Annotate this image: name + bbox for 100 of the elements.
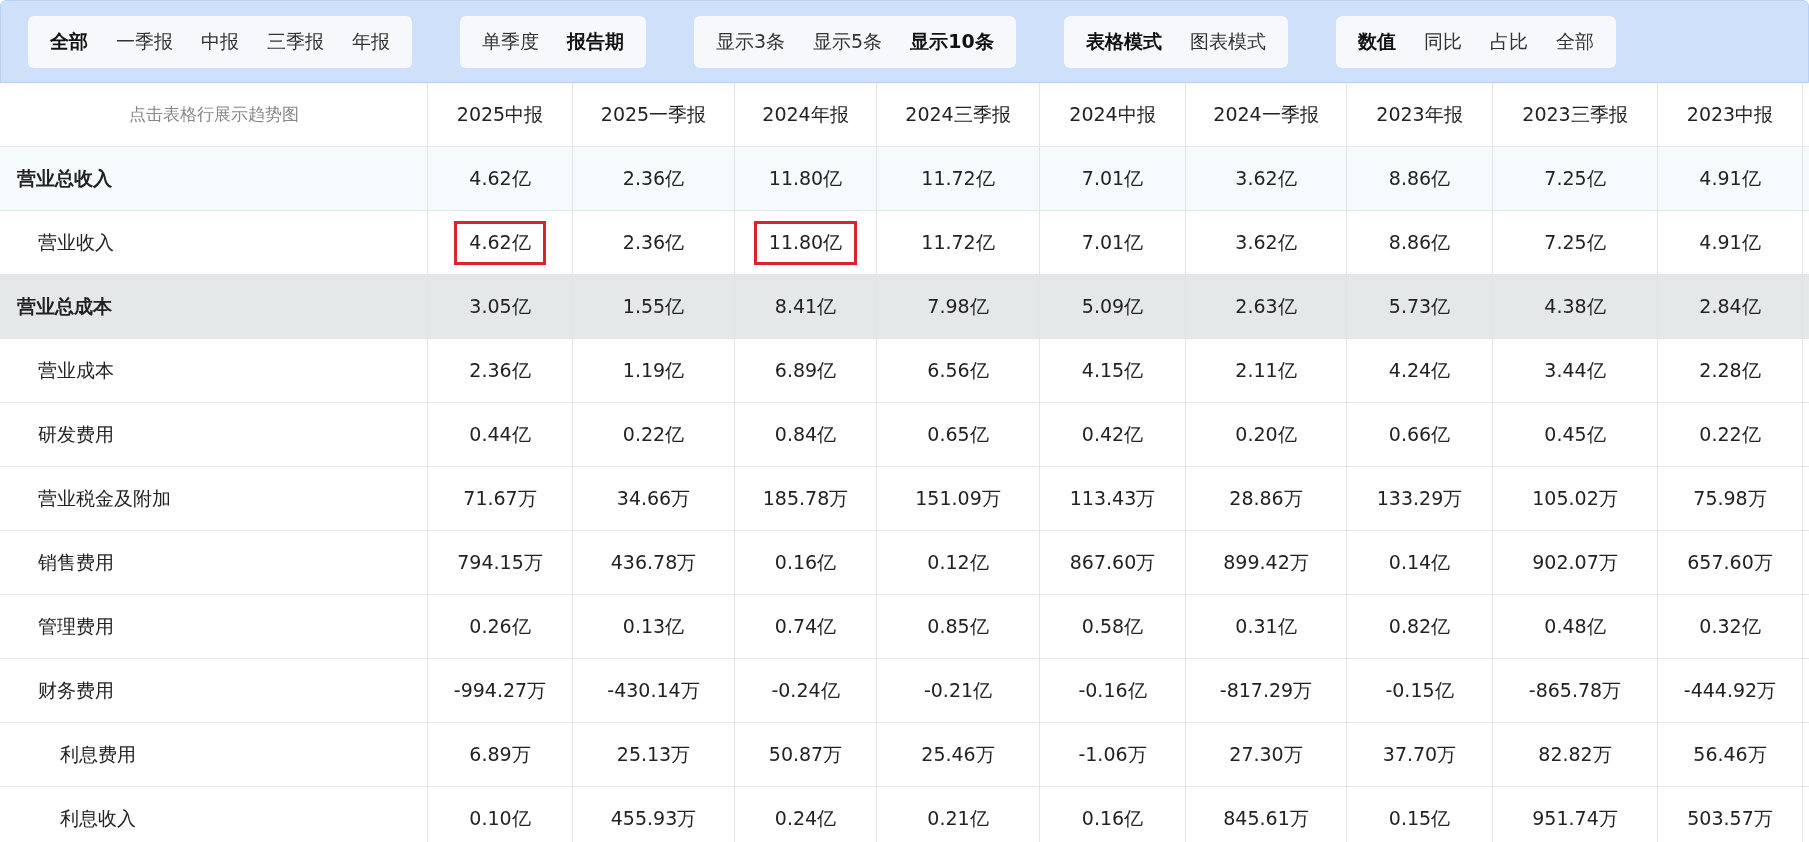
table-row[interactable]: 营业税金及附加 71.67万 34.66万 185.78万 151.09万 113.43万 28.86万 133.29万 105.02万 75.98万 — [0, 467, 1809, 531]
cell-value: 0.84亿 — [773, 421, 838, 447]
cell-value: 902.07万 — [1531, 549, 1619, 575]
cell-value: 82.82万 — [1537, 741, 1613, 767]
filter-option[interactable]: 中报 — [189, 22, 251, 61]
column-header: 2025一季报 — [573, 83, 735, 146]
row-label: 利息收入 — [0, 787, 428, 842]
table-row[interactable]: 营业总成本 3.05亿 1.55亿 8.41亿 7.98亿 5.09亿 2.63亿 5.73亿 4.38亿 2.84亿 — [0, 275, 1809, 339]
cell-value: 25.13万 — [615, 741, 692, 767]
table-row[interactable]: 营业成本 2.36亿 1.19亿 6.89亿 6.56亿 4.15亿 2.11亿 4.24亿 3.44亿 2.28亿 — [0, 339, 1809, 403]
cell-value: 133.29万 — [1375, 485, 1464, 511]
cell-value: 0.42亿 — [1080, 421, 1145, 447]
table-row[interactable]: 利息费用 6.89万 25.13万 50.87万 25.46万 -1.06万 27.30万 37.70万 82.82万 56.46万 — [0, 723, 1809, 787]
cell-value: 8.86亿 — [1387, 165, 1452, 191]
filter-option[interactable]: 年报 — [340, 22, 402, 61]
cell-value: 0.20亿 — [1234, 421, 1298, 447]
cell-value: 503.57万 — [1686, 805, 1774, 831]
column-header: 2023三季报 — [1493, 83, 1658, 146]
cell-value: 0.45亿 — [1543, 421, 1607, 447]
cell-value: 0.85亿 — [926, 613, 990, 639]
cell-value: 657.60万 — [1686, 549, 1774, 575]
cell-value: 7.25亿 — [1543, 165, 1607, 191]
cell-value: 0.15亿 — [1387, 805, 1452, 831]
cell-value: 3.44亿 — [1543, 357, 1607, 383]
row-label: 财务费用 — [0, 659, 428, 722]
cell-value: -817.29万 — [1218, 677, 1314, 703]
cell-value: 113.43万 — [1068, 485, 1157, 511]
cell-value: 34.66万 — [615, 485, 692, 511]
filter-option[interactable]: 报告期 — [555, 22, 636, 61]
cell-value: -0.24亿 — [770, 677, 841, 703]
filter-option[interactable]: 表格模式 — [1073, 22, 1174, 61]
cell-value: 0.48亿 — [1543, 613, 1607, 639]
cell-value: 185.78万 — [761, 485, 850, 511]
cell-value: 0.65亿 — [926, 421, 990, 447]
cell-value: 6.56亿 — [926, 357, 990, 383]
cell-value: 0.66亿 — [1387, 421, 1452, 447]
cell-value: 0.16亿 — [1080, 805, 1145, 831]
cell-value: 899.42万 — [1222, 549, 1310, 575]
cell-value: 3.05亿 — [468, 293, 532, 319]
column-header: 2023中报 — [1658, 83, 1803, 146]
cell-value: 0.13亿 — [621, 613, 686, 639]
filter-option[interactable]: 同比 — [1411, 22, 1474, 61]
cell-value: 2.36亿 — [621, 229, 686, 255]
cell-value: 56.46万 — [1692, 741, 1768, 767]
cell-value: 0.22亿 — [621, 421, 686, 447]
cell-value: 25.46万 — [920, 741, 996, 767]
cell-value: 37.70万 — [1381, 741, 1458, 767]
row-label: 营业成本 — [0, 339, 428, 402]
cell-value: 151.09万 — [914, 485, 1002, 511]
table-row[interactable]: 研发费用 0.44亿 0.22亿 0.84亿 0.65亿 0.42亿 0.20亿 0.66亿 0.45亿 0.22亿 — [0, 403, 1809, 467]
cell-value: 11.80亿 — [767, 165, 844, 191]
column-header: 2024一季报 — [1186, 83, 1347, 146]
cell-value: 3.62亿 — [1234, 165, 1298, 191]
filter-option[interactable]: 全部 — [38, 22, 100, 61]
cell-value: -994.27万 — [452, 677, 548, 703]
table-row[interactable]: 财务费用 -994.27万 -430.14万 -0.24亿 -0.21亿 -0.16亿 -817.29万 -0.15亿 -865.78万 -444.92万 — [0, 659, 1809, 723]
cell-value: 7.01亿 — [1080, 229, 1145, 255]
cell-value: 75.98万 — [1692, 485, 1768, 511]
cell-value: 11.72亿 — [920, 229, 996, 255]
cell-value: 5.09亿 — [1080, 293, 1145, 319]
cell-value: -1.06万 — [1077, 741, 1148, 767]
column-header: 2024中报 — [1040, 83, 1186, 146]
table-row[interactable]: 利息收入 0.10亿 455.93万 0.24亿 0.21亿 0.16亿 845.61万 0.15亿 951.74万 503.57万 — [0, 787, 1809, 842]
cell-value: 28.86万 — [1228, 485, 1304, 511]
cell-value: 0.31亿 — [1234, 613, 1298, 639]
filter-option[interactable]: 全部 — [1543, 22, 1606, 61]
cell-value: 0.14亿 — [1387, 549, 1452, 575]
filter-option[interactable]: 占比 — [1477, 22, 1540, 61]
filter-option[interactable]: 一季报 — [104, 22, 185, 61]
table-row[interactable]: 营业总收入 4.62亿 2.36亿 11.80亿 11.72亿 7.01亿 3.62亿 8.86亿 7.25亿 4.91亿 — [0, 147, 1809, 211]
cell-value: 2.11亿 — [1234, 357, 1298, 383]
table-hint: 点击表格行展示趋势图 — [0, 83, 428, 146]
cell-value: 8.41亿 — [773, 293, 838, 319]
cell-value: 0.21亿 — [926, 805, 990, 831]
table-row[interactable]: 销售费用 794.15万 436.78万 0.16亿 0.12亿 867.60万 899.42万 0.14亿 902.07万 657.60万 — [0, 531, 1809, 595]
filter-option[interactable]: 数值 — [1345, 22, 1408, 61]
row-label: 营业总成本 — [0, 275, 428, 338]
row-label: 营业总收入 — [0, 147, 428, 210]
filter-option[interactable]: 单季度 — [470, 22, 551, 61]
table-row[interactable]: 管理费用 0.26亿 0.13亿 0.74亿 0.85亿 0.58亿 0.31亿 0.82亿 0.48亿 0.32亿 — [0, 595, 1809, 659]
filter-option[interactable]: 显示3条 — [704, 22, 798, 61]
cell-value: 845.61万 — [1222, 805, 1310, 831]
filter-option[interactable]: 三季报 — [255, 22, 336, 61]
cell-value: 0.26亿 — [468, 613, 532, 639]
filter-option[interactable]: 图表模式 — [1177, 22, 1278, 61]
cell-value: 0.58亿 — [1080, 613, 1145, 639]
cell-value: 27.30万 — [1228, 741, 1304, 767]
highlighted-cell-value: 11.80亿 — [753, 220, 858, 265]
cell-value: 794.15万 — [456, 549, 544, 575]
cell-value: 1.55亿 — [621, 293, 686, 319]
column-header: 2025中报 — [428, 83, 573, 146]
filter-option[interactable]: 显示10条 — [898, 22, 1006, 61]
cell-value: 0.82亿 — [1387, 613, 1452, 639]
filter-option[interactable]: 显示5条 — [801, 22, 895, 61]
cell-value: -0.16亿 — [1077, 677, 1148, 703]
cell-value: -430.14万 — [606, 677, 701, 703]
cell-value: 8.86亿 — [1387, 229, 1452, 255]
row-label: 利息费用 — [0, 723, 428, 786]
cell-value: 6.89万 — [468, 741, 532, 767]
cell-value: 11.72亿 — [920, 165, 996, 191]
